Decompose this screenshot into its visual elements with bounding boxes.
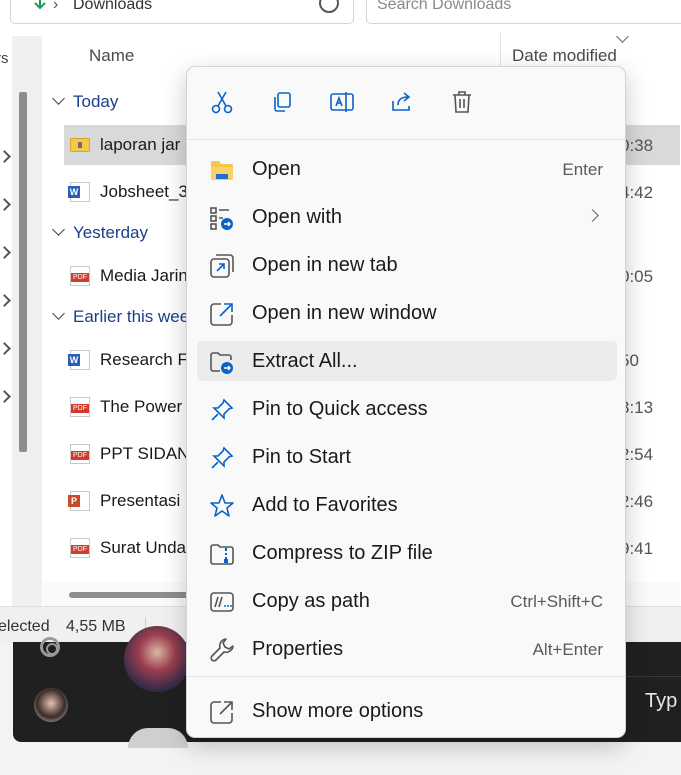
star-icon (209, 493, 235, 519)
more-options-icon (209, 699, 235, 725)
search-placeholder: Search Downloads (377, 0, 512, 13)
menu-item-open-in-new-tab[interactable]: Open in new tab (197, 245, 617, 285)
delete-icon[interactable] (449, 89, 475, 115)
pdf-file-icon (70, 397, 90, 417)
menu-divider (187, 139, 625, 140)
menu-item-label: Pin to Quick access (252, 398, 428, 420)
menu-item-properties[interactable]: Properties Alt+Enter (197, 629, 617, 669)
navigation-pane-edge (12, 36, 42, 606)
copy-icon[interactable] (269, 89, 295, 115)
menu-item-pin-quick-access[interactable]: Pin to Quick access (197, 389, 617, 429)
file-name: Presentasi (100, 491, 181, 510)
chevron-down-icon (52, 223, 65, 236)
menu-item-pin-to-start[interactable]: Pin to Start (197, 437, 617, 477)
zip-folder-icon (209, 541, 235, 567)
powerpoint-file-icon (68, 491, 90, 511)
zip-file-icon (70, 138, 90, 152)
avatar[interactable] (34, 688, 68, 722)
word-file-icon (68, 182, 90, 202)
word-file-icon (68, 350, 90, 370)
column-header-name[interactable]: Name (89, 46, 134, 66)
pdf-file-icon (70, 266, 90, 286)
menu-item-label: Properties (252, 638, 344, 660)
menu-item-shortcut: Enter (562, 160, 603, 179)
pin-icon (2, 150, 8, 162)
context-menu: Open Enter Open with Open in new tab Ope… (186, 66, 626, 738)
nav-scrollbar-thumb[interactable] (19, 92, 27, 452)
file-name: PPT SIDAN (100, 444, 190, 463)
new-window-icon (209, 301, 235, 327)
message-input-placeholder[interactable]: Typ (645, 690, 677, 713)
file-name: laporan jar (100, 135, 181, 154)
path-icon (209, 589, 235, 615)
sort-chevron-icon (616, 30, 629, 43)
rename-icon[interactable] (329, 89, 355, 115)
menu-item-label: Extract All... (252, 350, 358, 372)
menu-item-open[interactable]: Open Enter (197, 149, 617, 189)
open-with-icon (209, 205, 235, 231)
pin-icon (2, 342, 8, 354)
gear-icon[interactable] (40, 637, 60, 657)
divider (626, 676, 681, 677)
file-name: Research Fi (100, 350, 192, 369)
group-header-earlier[interactable]: Earlier this wee (52, 307, 189, 327)
cut-icon[interactable] (209, 89, 235, 115)
menu-item-copy-as-path[interactable]: Copy as path Ctrl+Shift+C (197, 581, 617, 621)
extract-icon (209, 349, 235, 375)
menu-item-label: Pin to Start (252, 446, 351, 468)
pin-icon (2, 294, 8, 306)
menu-item-label: Copy as path (252, 590, 370, 612)
menu-item-show-more-options[interactable]: Show more options (197, 691, 617, 731)
menu-item-label: Add to Favorites (252, 494, 398, 516)
pdf-file-icon (70, 444, 90, 464)
menu-item-label: Open (252, 158, 301, 180)
address-bar[interactable]: › Downloads (10, 0, 354, 24)
pin-icon (2, 198, 8, 210)
search-input[interactable]: Search Downloads (366, 0, 681, 24)
group-header-today[interactable]: Today (52, 92, 118, 112)
wrench-icon (209, 637, 235, 663)
menu-item-add-to-favorites[interactable]: Add to Favorites (197, 485, 617, 525)
menu-item-open-with[interactable]: Open with (197, 197, 617, 237)
file-name: Media Jarin (100, 266, 188, 285)
file-name: Jobsheet_3 (100, 182, 188, 201)
pin-icon (209, 445, 235, 471)
download-arrow-icon (33, 0, 47, 16)
chevron-down-icon (52, 307, 65, 320)
menu-item-shortcut: Alt+Enter (532, 640, 603, 659)
folder-icon (209, 157, 235, 183)
menu-item-label: Open in new tab (252, 254, 398, 276)
share-icon[interactable] (389, 89, 415, 115)
pin-icon (2, 390, 8, 402)
file-name: Surat Unda (100, 538, 186, 557)
menu-item-shortcut: Ctrl+Shift+C (510, 592, 603, 611)
pin-icon (209, 397, 235, 423)
status-size: 4,55 MB (66, 618, 126, 635)
refresh-icon[interactable] (319, 0, 339, 13)
column-header-date-modified[interactable]: Date modified (512, 46, 617, 66)
nav-partial-label: rs (0, 50, 9, 67)
chevron-right-icon (586, 209, 599, 222)
status-selected: elected (0, 618, 50, 635)
breadcrumb-separator: › (53, 0, 59, 13)
new-tab-icon (209, 253, 235, 279)
menu-item-label: Compress to ZIP file (252, 542, 433, 564)
pdf-file-icon (70, 538, 90, 558)
group-header-yesterday[interactable]: Yesterday (52, 223, 148, 243)
file-name: The Power (100, 397, 183, 416)
menu-item-label: Show more options (252, 700, 424, 722)
chevron-down-icon (52, 92, 65, 105)
menu-item-label: Open in new window (252, 302, 437, 324)
menu-item-label: Open with (252, 206, 343, 228)
pin-icon (2, 246, 8, 258)
menu-divider (187, 676, 625, 677)
avatar[interactable] (124, 626, 190, 692)
menu-item-open-in-new-window[interactable]: Open in new window (197, 293, 617, 333)
avatar[interactable] (128, 728, 188, 748)
breadcrumb-downloads[interactable]: Downloads (73, 0, 152, 14)
menu-item-compress-zip[interactable]: Compress to ZIP file (197, 533, 617, 573)
menu-item-extract-all[interactable]: Extract All... (197, 341, 617, 381)
